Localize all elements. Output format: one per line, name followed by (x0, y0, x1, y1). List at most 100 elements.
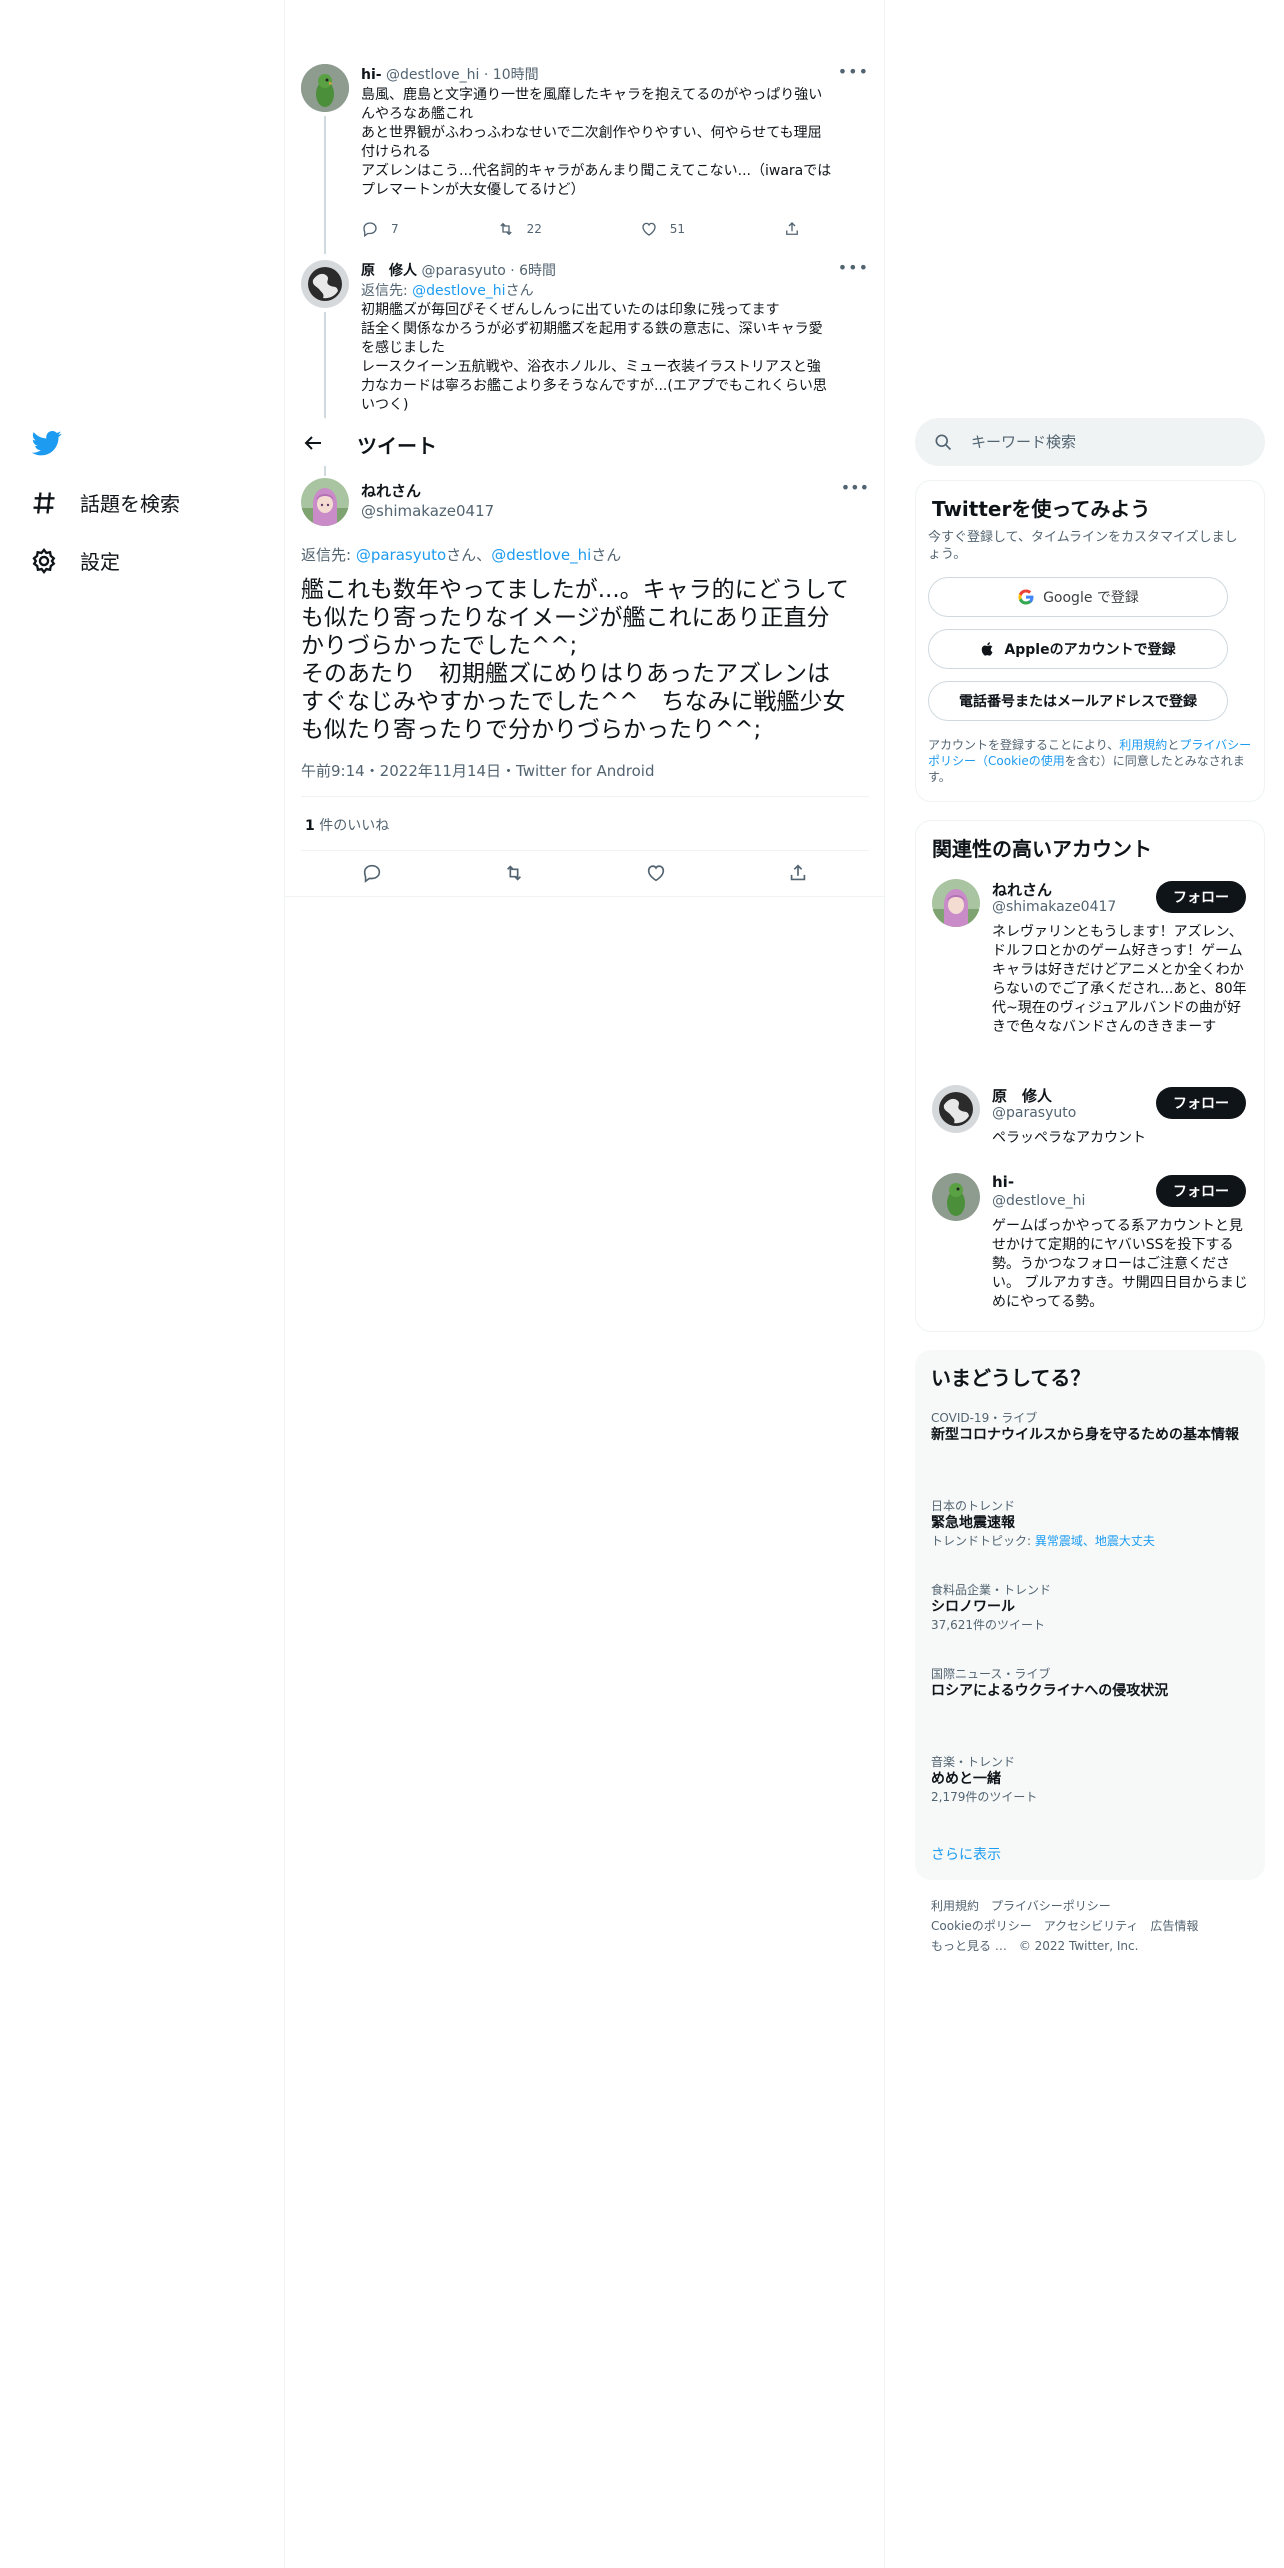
tweet-actions (301, 862, 869, 884)
account-name[interactable]: ねれさん (992, 879, 1052, 900)
more-options-icon[interactable]: ••• (838, 258, 869, 277)
reply-context: 返信先: @parasyutoさん、@destlove_hiさん (301, 546, 622, 564)
reply-context: 返信先: @destlove_hiさん (361, 283, 534, 299)
back-arrow-icon[interactable] (301, 431, 325, 455)
trend-item[interactable]: 国際ニュース・ライブ ロシアによるウクライナへの侵攻状況 (931, 1666, 1241, 1701)
retweet-button[interactable]: 22 (497, 220, 542, 238)
divider (285, 896, 884, 897)
tweet-header: 原 修人 @parasyuto · 6時間 (361, 263, 557, 279)
more-options-icon[interactable]: ••• (841, 478, 869, 497)
left-navigation: 話題を検索 設定 (0, 0, 285, 2568)
thread-connector (324, 312, 326, 420)
divider (301, 796, 869, 797)
trend-item[interactable]: COVID-19・ライブ 新型コロナウイルスから身を守るための基本情報 (931, 1410, 1241, 1445)
avatar[interactable] (301, 64, 349, 112)
nav-settings[interactable]: 設定 (30, 546, 120, 575)
account-name[interactable]: 原 修人 (992, 1085, 1052, 1106)
trend-topic-link[interactable]: 異常震域、地震大丈夫 (1035, 1534, 1155, 1548)
footer-link[interactable]: プライバシーポリシー (991, 1899, 1111, 1913)
trends-title: いまどうしてる？ (931, 1366, 1091, 1390)
show-more-link[interactable]: さらに表示 (931, 1844, 1001, 1864)
signup-description: 今すぐ登録して、タイムラインをカスタマイズしましょう。 (928, 530, 1238, 562)
share-icon (786, 222, 798, 235)
footer-link[interactable]: Cookieのポリシー (931, 1919, 1032, 1933)
follow-button[interactable]: フォロー (1156, 881, 1246, 913)
account-bio: ペラッペラなアカウント (992, 1130, 1146, 1146)
tweet-page-header: ツイート (285, 418, 884, 468)
mention-link[interactable]: @parasyuto (356, 546, 446, 564)
search-input[interactable] (971, 430, 1241, 454)
search-box[interactable] (915, 418, 1265, 466)
apple-icon (982, 642, 993, 656)
phone-email-signup-button[interactable]: 電話番号またはメールアドレスで登録 (928, 681, 1228, 721)
author-name[interactable]: ねれさん (361, 480, 421, 501)
reply-button[interactable]: 7 (361, 220, 399, 238)
tweet-timestamp[interactable]: 午前9:14・2022年11月14日・Twitter for Android (301, 760, 654, 781)
author-handle[interactable]: @parasyuto (421, 263, 505, 279)
copyright: © 2022 Twitter, Inc. (1018, 1939, 1139, 1953)
mention-link[interactable]: @destlove_hi (412, 283, 505, 299)
tweet-text: 島風、鹿島と文字通り一世を風靡したキャラを抱えてるのがやっぱり強い んやろなあ艦… (361, 87, 832, 198)
trend-item[interactable]: 食料品企業・トレンド シロノワール 37,621件のツイート (931, 1582, 1241, 1633)
signup-title: Twitterを使ってみよう (932, 497, 1151, 521)
divider (301, 850, 869, 851)
conversation-thread: hi- @destlove_hi · 10時間 ••• 島風、鹿島と文字通り一世… (285, 60, 884, 420)
share-icon[interactable] (787, 862, 809, 884)
apple-signup-button[interactable]: Appleのアカウントで登録 (928, 629, 1228, 669)
footer-link[interactable]: 広告情報 (1150, 1919, 1198, 1933)
follow-button[interactable]: フォロー (1156, 1087, 1246, 1119)
more-options-icon[interactable]: ••• (838, 62, 869, 81)
account-handle[interactable]: @destlove_hi (992, 1193, 1085, 1209)
tweet-header: hi- @destlove_hi · 10時間 (361, 67, 539, 83)
author-name[interactable]: hi- (361, 67, 382, 83)
twitter-logo-icon[interactable] (30, 428, 64, 458)
follow-button[interactable]: フォロー (1156, 1175, 1246, 1207)
account-name[interactable]: hi- (992, 1173, 1014, 1191)
reply-icon (363, 222, 377, 238)
tweet-text: 返信先: @destlove_hiさん 初期艦ズが毎回ぴそくぜんしんっに出ていた… (361, 282, 869, 415)
footer: 利用規約 プライバシーポリシー Cookieのポリシー アクセシビリティ 広告情報 も… (931, 1896, 1251, 1956)
avatar[interactable] (932, 1085, 980, 1133)
main-column: hi- @destlove_hi · 10時間 ••• 島風、鹿島と文字通り一世… (285, 0, 885, 2568)
footer-link[interactable]: アクセシビリティ (1044, 1919, 1139, 1933)
relevant-title: 関連性の高いアカウント (932, 837, 1152, 861)
heart-icon[interactable] (645, 862, 667, 884)
tweet-time[interactable]: 10時間 (493, 67, 539, 83)
author-handle[interactable]: @destlove_hi (386, 67, 479, 83)
thread-tweet[interactable]: hi- @destlove_hi · 10時間 ••• 島風、鹿島と文字通り一世… (285, 60, 884, 254)
tweet-actions: 7 22 51 (361, 220, 801, 238)
avatar[interactable] (932, 1173, 980, 1221)
author-handle[interactable]: @shimakaze0417 (361, 502, 494, 520)
mention-link[interactable]: @destlove_hi (491, 546, 591, 564)
trends-card: いまどうしてる？ COVID-19・ライブ 新型コロナウイルスから身を守るための… (915, 1350, 1265, 1880)
avatar[interactable] (932, 879, 980, 927)
account-bio: ネレヴァリンともうします！アズレン、ドルフロとかのゲーム好きっす！ゲームキャラは… (992, 924, 1247, 1035)
tweet-text: 艦これも数年やってましたが...。キャラ的にどうして も似たり寄ったりなイメージ… (301, 577, 849, 743)
account-handle[interactable]: @parasyuto (992, 1105, 1076, 1121)
terms-link[interactable]: 利用規約 (1119, 738, 1167, 752)
retweet-icon[interactable] (503, 862, 525, 884)
google-icon (1018, 589, 1034, 605)
like-button[interactable]: 51 (640, 220, 685, 238)
gear-icon (32, 547, 56, 574)
likes-count[interactable]: 1 件のいいね (305, 815, 389, 835)
reply-icon[interactable] (361, 862, 383, 884)
trend-item[interactable]: 日本のトレンド 緊急地震速報 トレンドトピック: 異常震域、地震大丈夫 (931, 1498, 1241, 1549)
relevant-accounts-card: 関連性の高いアカウント ねれさん @shimakaze0417 フォロー ネレヴ… (915, 820, 1265, 1332)
thread-tweet[interactable]: 原 修人 @parasyuto · 6時間 ••• 返信先: @destlove… (285, 256, 884, 420)
hashtag-icon (33, 491, 55, 514)
signup-terms: アカウントを登録することにより、利用規約とプライバシーポリシー（Cookieの使… (928, 738, 1252, 784)
avatar[interactable] (301, 260, 349, 308)
thread-connector (324, 116, 326, 254)
account-handle[interactable]: @shimakaze0417 (992, 899, 1116, 915)
google-signup-button[interactable]: Google で登録 (928, 577, 1228, 617)
tweet-time[interactable]: 6時間 (519, 263, 556, 279)
nav-explore[interactable]: 話題を検索 (30, 488, 180, 517)
author-name[interactable]: 原 修人 (361, 263, 417, 279)
footer-more-link[interactable]: もっと見る … (931, 1939, 1007, 1953)
footer-link[interactable]: 利用規約 (931, 1899, 979, 1913)
share-button[interactable] (783, 220, 801, 238)
avatar[interactable] (301, 478, 349, 526)
trend-item[interactable]: 音楽・トレンド めめと一緒 2,179件のツイート (931, 1754, 1241, 1805)
page-title: ツイート (357, 434, 437, 458)
